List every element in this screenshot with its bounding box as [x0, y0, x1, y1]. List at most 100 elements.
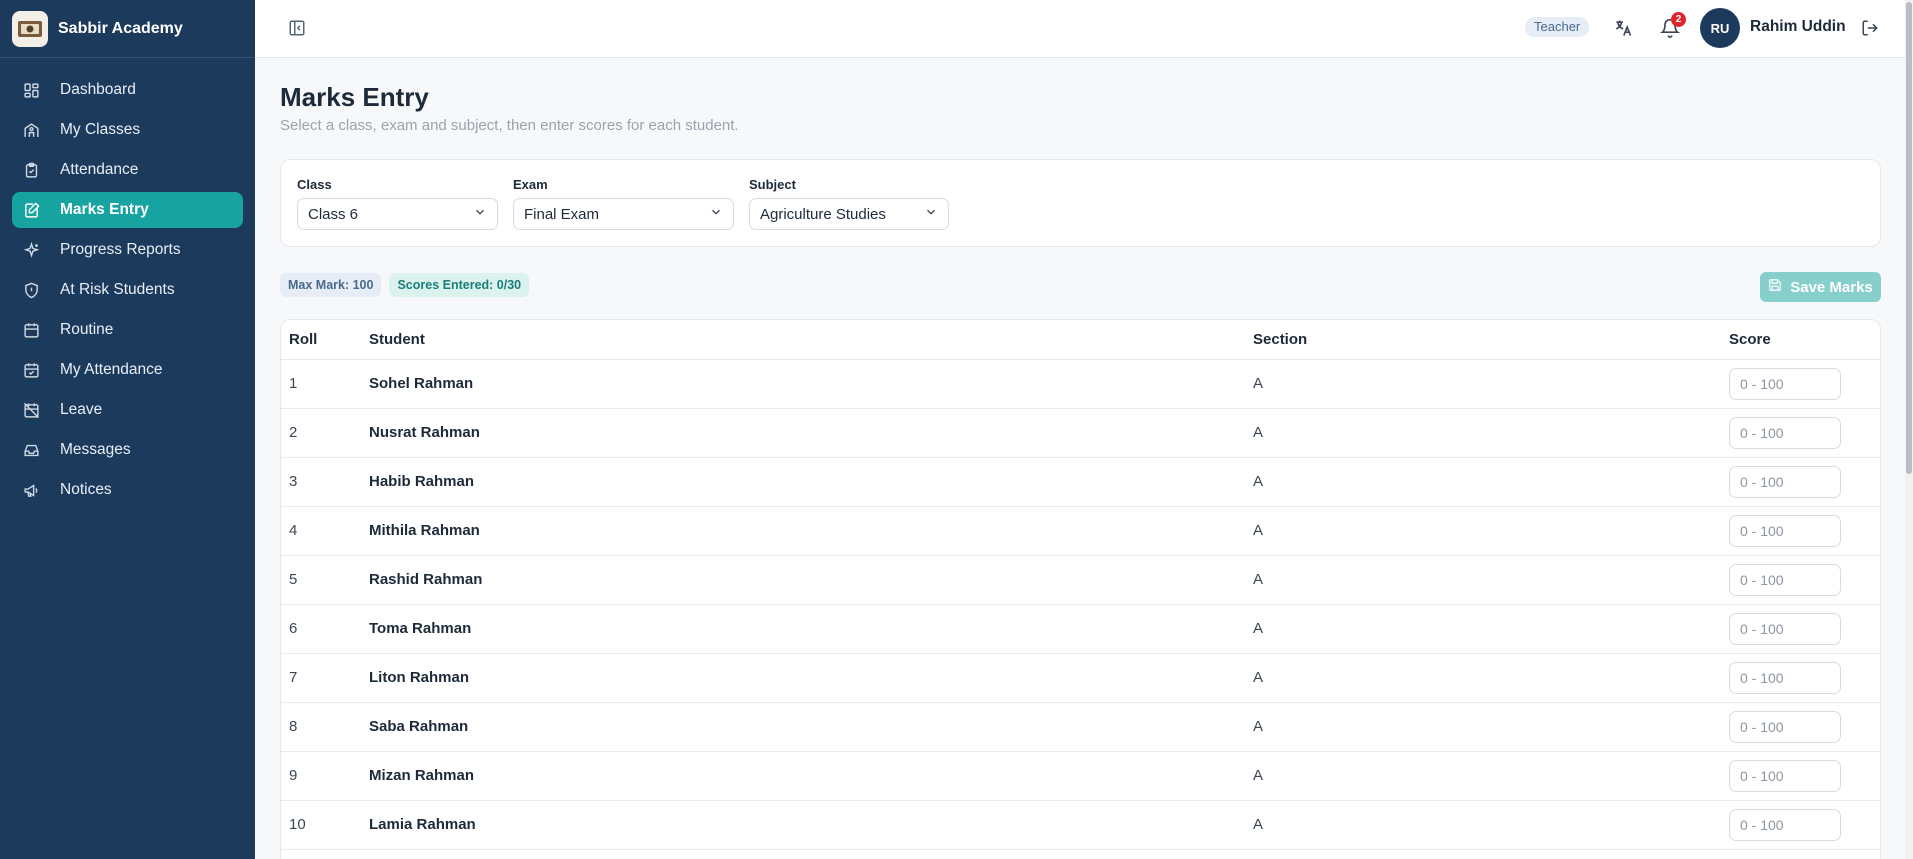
sidebar-item-label: Routine [60, 321, 114, 338]
subject-select[interactable]: Agriculture Studies [749, 198, 949, 230]
roll-cell: 9 [289, 767, 298, 784]
column-header-score: Score [1729, 331, 1771, 348]
chevron-down-icon [473, 205, 487, 223]
score-input[interactable] [1729, 613, 1841, 645]
sidebar-item-routine[interactable]: Routine [12, 312, 243, 348]
section-cell: A [1253, 424, 1264, 441]
score-input[interactable] [1729, 515, 1841, 547]
score-input[interactable] [1729, 466, 1841, 498]
exam-filter-label: Exam [513, 177, 548, 192]
sidebar-item-messages[interactable]: Messages [12, 432, 243, 468]
marks-table: Roll Student Section Score 1 Sohel Rahma… [280, 319, 1881, 859]
dashboard-icon [22, 81, 40, 99]
roll-cell: 2 [289, 424, 298, 441]
table-row: 2 Nusrat Rahman A [281, 409, 1880, 458]
table-row: 8 Saba Rahman A [281, 703, 1880, 752]
chevron-down-icon [924, 205, 938, 223]
table-row: 7 Liton Rahman A [281, 654, 1880, 703]
section-cell: A [1253, 767, 1264, 784]
student-cell: Habib Rahman [369, 473, 475, 490]
table-row: 10 Lamia Rahman A [281, 801, 1880, 850]
classes-icon [22, 121, 40, 139]
sidebar-item-label: Leave [60, 401, 103, 418]
sidebar-item-label: Messages [60, 441, 131, 458]
sidebar-item-label: Dashboard [60, 81, 136, 98]
scrollbar-thumb[interactable] [1906, 2, 1912, 474]
class-filter-label: Class [297, 177, 332, 192]
roll-cell: 1 [289, 375, 298, 392]
table-header: Roll Student Section Score [281, 320, 1880, 360]
sidebar-item-label: Marks Entry [60, 201, 149, 218]
app-name: Sabbir Academy [58, 19, 183, 37]
save-marks-button[interactable]: Save Marks [1760, 272, 1881, 302]
summary-chips: Max Mark: 100 Scores Entered: 0/30 [280, 273, 530, 297]
score-input[interactable] [1729, 711, 1841, 743]
column-header-section: Section [1253, 331, 1308, 348]
sidebar-item-attendance[interactable]: Attendance [12, 152, 243, 188]
sidebar-item-notices[interactable]: Notices [12, 472, 243, 508]
table-row: 3 Habib Rahman A [281, 458, 1880, 507]
exam-filter: Exam Final Exam [513, 177, 734, 230]
calendar-off-icon [22, 401, 40, 419]
role-badge: Teacher [1525, 17, 1590, 37]
user-name[interactable]: Rahim Uddin [1750, 18, 1846, 36]
logout-icon[interactable] [1858, 16, 1882, 40]
roll-cell: 4 [289, 522, 298, 539]
table-row: 1 Sohel Rahman A [281, 360, 1880, 409]
section-cell: A [1253, 669, 1264, 686]
sidebar-item-dashboard[interactable]: Dashboard [12, 72, 243, 108]
student-cell: Nusrat Rahman [369, 424, 480, 441]
student-cell: Toma Rahman [369, 620, 472, 637]
brand[interactable]: Sabbir Academy [0, 0, 255, 58]
subject-filter-label: Subject [749, 177, 796, 192]
roll-cell: 5 [289, 571, 298, 588]
table-row: 5 Rashid Rahman A [281, 556, 1880, 605]
page-subtitle: Select a class, exam and subject, then e… [280, 117, 739, 134]
student-cell: Saba Rahman [369, 718, 469, 735]
sidebar-item-label: Notices [60, 481, 112, 498]
top-header: Teacher 2 RU Rahim Uddin [255, 0, 1913, 58]
table-row: 6 Toma Rahman A [281, 605, 1880, 654]
student-cell: Liton Rahman [369, 669, 469, 686]
scores-entered-badge: Scores Entered: 0/30 [389, 273, 530, 297]
max-mark-badge: Max Mark: 100 [280, 273, 382, 297]
avatar[interactable]: RU [1700, 8, 1740, 48]
roll-cell: 10 [289, 816, 306, 833]
sparkles-icon [22, 241, 40, 259]
subject-filter: Subject Agriculture Studies [749, 177, 949, 230]
sidebar-collapse-icon[interactable] [286, 17, 308, 39]
score-input[interactable] [1729, 760, 1841, 792]
page-scrollbar[interactable] [1905, 0, 1913, 859]
sidebar-item-marks-entry[interactable]: Marks Entry [12, 192, 243, 228]
save-marks-label: Save Marks [1790, 278, 1873, 296]
score-input[interactable] [1729, 564, 1841, 596]
table-row: 4 Mithila Rahman A [281, 507, 1880, 556]
translate-icon[interactable] [1611, 16, 1635, 40]
exam-select-value: Final Exam [524, 205, 600, 223]
column-header-student: Student [369, 331, 425, 348]
bell-icon[interactable]: 2 [1658, 12, 1686, 40]
sidebar-item-at-risk-students[interactable]: At Risk Students [12, 272, 243, 308]
sidebar-item-label: Progress Reports [60, 241, 181, 258]
section-cell: A [1253, 522, 1264, 539]
sidebar-item-my-attendance[interactable]: My Attendance [12, 352, 243, 388]
student-cell: Lamia Rahman [369, 816, 476, 833]
score-input[interactable] [1729, 417, 1841, 449]
sidebar: Sabbir Academy Dashboard My Classes Atte… [0, 0, 255, 859]
roll-cell: 7 [289, 669, 298, 686]
sidebar-item-label: My Classes [60, 121, 141, 138]
class-filter: Class Class 6 [297, 177, 498, 230]
score-input[interactable] [1729, 368, 1841, 400]
score-input[interactable] [1729, 809, 1841, 841]
sidebar-item-my-classes[interactable]: My Classes [12, 112, 243, 148]
class-select[interactable]: Class 6 [297, 198, 498, 230]
section-cell: A [1253, 375, 1264, 392]
inbox-icon [22, 441, 40, 459]
sidebar-item-label: Attendance [60, 161, 139, 178]
class-select-value: Class 6 [308, 205, 359, 223]
score-input[interactable] [1729, 662, 1841, 694]
calendar-check-icon [22, 361, 40, 379]
sidebar-item-progress-reports[interactable]: Progress Reports [12, 232, 243, 268]
sidebar-item-leave[interactable]: Leave [12, 392, 243, 428]
exam-select[interactable]: Final Exam [513, 198, 734, 230]
